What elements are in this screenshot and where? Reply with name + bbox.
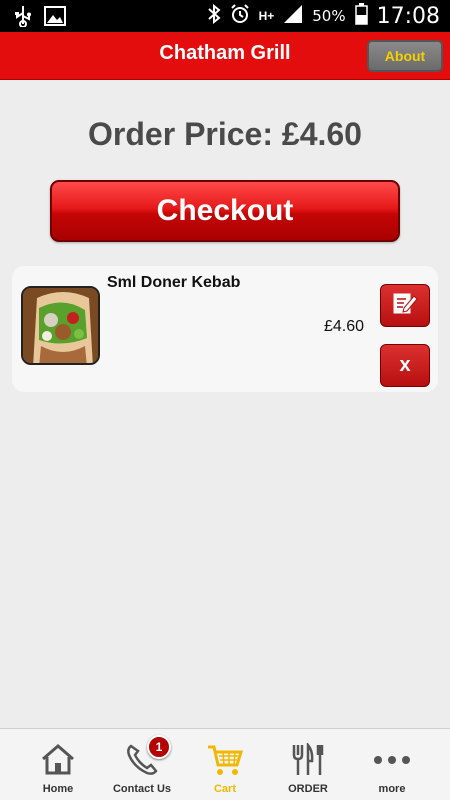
cutlery-icon [263,743,353,779]
cart-item: Sml Doner Kebab £4.60 x [12,266,438,392]
cart-icon [180,743,270,779]
order-price-label: Order Price: £4.60 [88,116,362,152]
item-name: Sml Doner Kebab [107,274,241,291]
status-bar: H+ 50% 17:08 [0,0,450,32]
about-button[interactable]: About [367,40,443,72]
gallery-icon [44,6,66,31]
alarm-icon [230,3,250,29]
item-thumbnail [21,286,100,365]
phone-icon [97,743,187,779]
battery-percent: 50% [312,7,346,25]
nav-contact-us[interactable]: Contact Us [97,729,187,800]
nav-more[interactable]: more [347,729,437,800]
edit-icon [392,291,418,320]
bottom-nav: Home Contact Us Cart 1 ORDER more [0,728,450,800]
home-icon [13,743,103,779]
edit-item-button[interactable] [380,284,430,327]
bluetooth-icon [207,3,221,29]
checkout-button[interactable]: Checkout [50,180,400,242]
remove-item-button[interactable]: x [380,344,430,387]
item-price: £4.60 [324,318,365,335]
nav-home[interactable]: Home [13,729,103,800]
signal-icon [283,4,303,29]
battery-icon [354,2,368,30]
cart-count-badge: 1 [147,735,171,759]
nav-order[interactable]: ORDER [263,729,353,800]
app-header: Chatham Grill About [0,32,450,80]
more-icon [347,743,437,779]
nav-cart[interactable]: Cart [180,729,270,800]
network-type-label: H+ [258,9,275,23]
clock: 17:08 [376,3,440,29]
usb-icon [14,5,32,32]
